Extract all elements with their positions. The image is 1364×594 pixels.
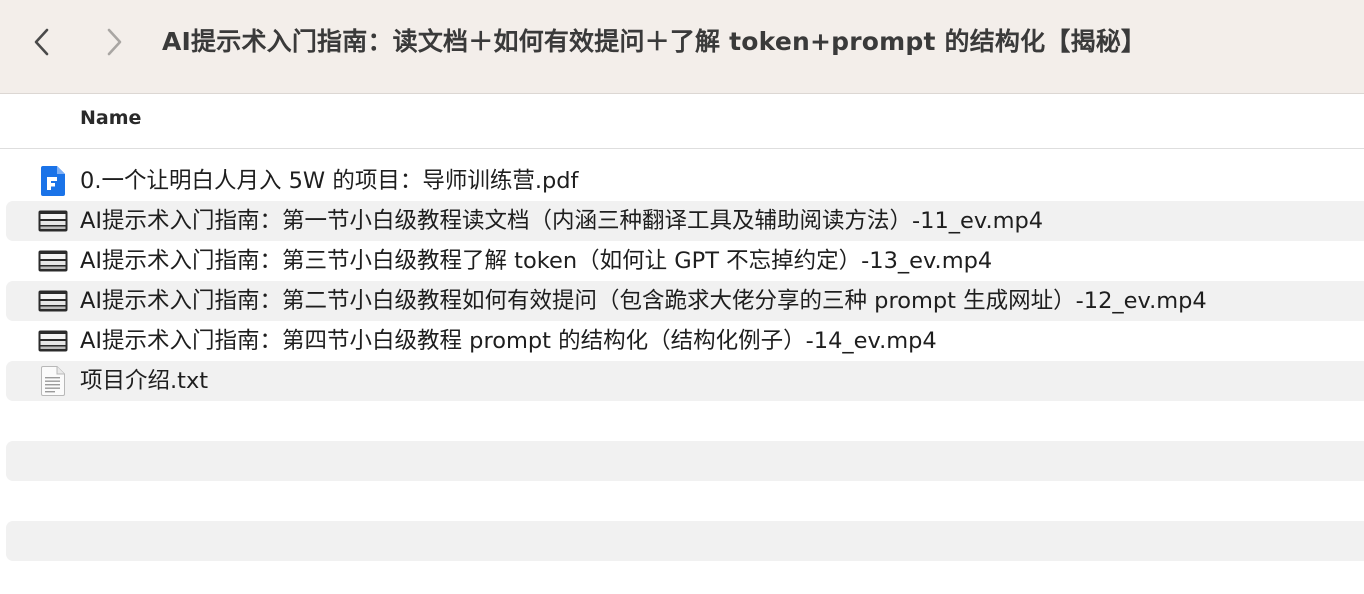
empty-row [6, 441, 1364, 481]
toolbar: AI提示术入门指南：读文档＋如何有效提问＋了解 token+prompt 的结构… [0, 0, 1364, 94]
file-row[interactable]: AI提示术入门指南：第三节小白级教程了解 token（如何让 GPT 不忘掉约定… [6, 241, 1364, 281]
name-column-header[interactable]: Name [80, 107, 141, 129]
file-row[interactable]: AI提示术入门指南：第二节小白级教程如何有效提问（包含跪求大佬分享的三种 pro… [6, 281, 1364, 321]
file-name: 项目介绍.txt [80, 368, 209, 394]
forward-button[interactable] [96, 22, 132, 62]
video-file-icon [38, 245, 68, 277]
chevron-right-icon [107, 28, 122, 56]
chevron-left-icon [34, 28, 49, 56]
file-row[interactable]: AI提示术入门指南：第一节小白级教程读文档（内涵三种翻译工具及辅助阅读方法）-1… [6, 201, 1364, 241]
video-file-icon [38, 205, 68, 237]
file-name: AI提示术入门指南：第一节小白级教程读文档（内涵三种翻译工具及辅助阅读方法）-1… [80, 208, 1044, 234]
file-name: AI提示术入门指南：第四节小白级教程 prompt 的结构化（结构化例子）-14… [80, 328, 937, 354]
video-file-icon [38, 325, 68, 357]
file-name: 0.一个让明白人月入 5W 的项目：导师训练营.pdf [80, 168, 579, 194]
back-button[interactable] [24, 22, 60, 62]
empty-row [6, 481, 1364, 521]
column-header: Name [0, 95, 1364, 149]
file-row[interactable]: AI提示术入门指南：第四节小白级教程 prompt 的结构化（结构化例子）-14… [6, 321, 1364, 361]
finder-window: AI提示术入门指南：读文档＋如何有效提问＋了解 token+prompt 的结构… [0, 0, 1364, 594]
window-title: AI提示术入门指南：读文档＋如何有效提问＋了解 token+prompt 的结构… [162, 27, 1147, 56]
file-name: AI提示术入门指南：第二节小白级教程如何有效提问（包含跪求大佬分享的三种 pro… [80, 288, 1207, 314]
file-row[interactable]: 0.一个让明白人月入 5W 的项目：导师训练营.pdf [6, 161, 1364, 201]
video-file-icon [38, 285, 68, 317]
pdf-file-icon [38, 165, 68, 197]
text-file-icon [38, 365, 68, 397]
empty-row [6, 521, 1364, 561]
file-row[interactable]: 项目介绍.txt [6, 361, 1364, 401]
empty-row [6, 401, 1364, 441]
file-list: 0.一个让明白人月入 5W 的项目：导师训练营.pdf AI提示术入门指南：第一… [0, 161, 1364, 561]
file-name: AI提示术入门指南：第三节小白级教程了解 token（如何让 GPT 不忘掉约定… [80, 248, 993, 274]
